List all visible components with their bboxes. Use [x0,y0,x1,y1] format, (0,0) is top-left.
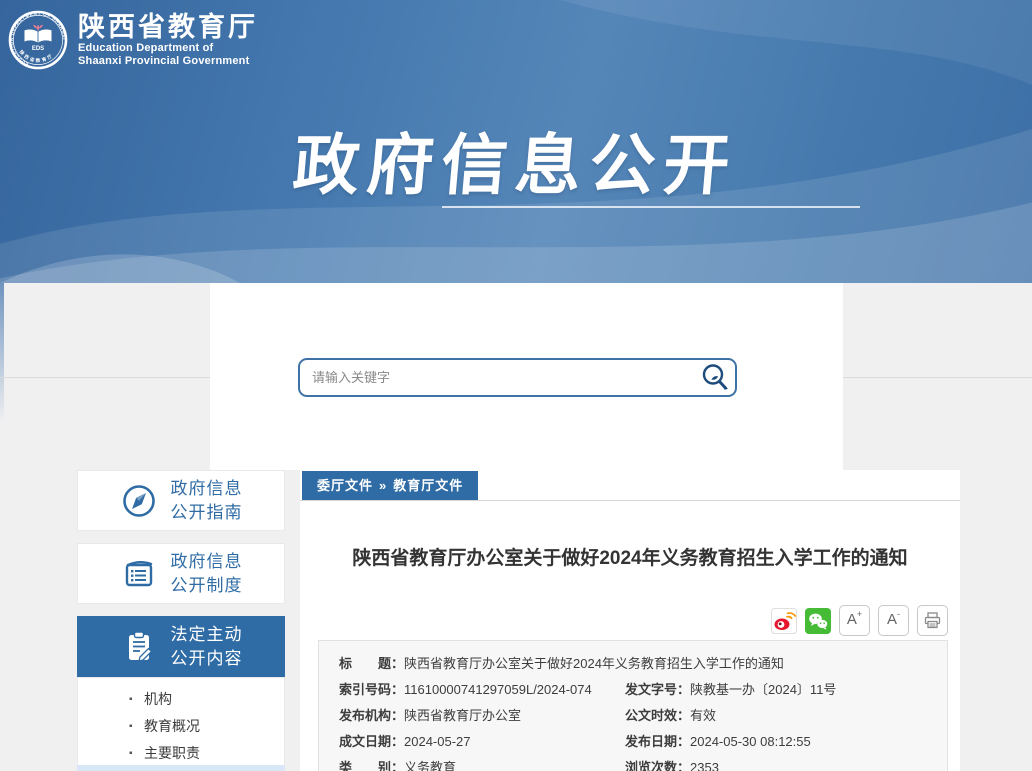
brand-name-english-line1: Education Department of [78,42,214,54]
search-section [0,283,1032,470]
sidebar-item-disclosure-system[interactable]: 政府信息 公开制度 [77,543,285,604]
meta-value-index-number: 11610000741297059L/2024-074 [404,682,592,697]
breadcrumb-current[interactable]: 教育厅文件 [393,478,463,493]
meta-label-publish-date: 发布日期： [625,734,691,749]
meta-row-index: 索引号码： 11610000741297059L/2024-074 发文字号： … [339,677,927,703]
sidebar-nav: 政府信息 公开指南 政府信息 公开制度 法定主动 公开内容 ▪ 机构 ▪ 教育概… [77,470,285,771]
education-department-seal-logo: EDUCATION DEPARTMENT OF SHAANXI 陕西省教育厅 E… [8,10,68,70]
meta-value-category: 义务教育 [404,760,457,771]
banner-underline-decoration [442,206,860,208]
breadcrumb-parent-link[interactable]: 委厅文件 [317,478,373,493]
sidebar-item-statutory-disclosure[interactable]: 法定主动 公开内容 [77,616,285,677]
sidebar-item-label: 法定主动 公开内容 [170,624,243,668]
seal-eds-text: EDS [32,46,44,52]
sidebar-submenu: 机构 教育概况 主要职责 [77,677,285,767]
meta-label-category: 类 别： [339,760,405,771]
sidebar-subitem-education-overview[interactable]: 教育概况 [129,713,284,740]
brand-text: 陕西省教育厅 Education Department of Shaanxi P… [78,12,258,68]
print-icon [924,612,941,629]
breadcrumb: 委厅文件 » 教育厅文件 [302,471,479,500]
sidebar-item-label: 政府信息 公开制度 [170,551,243,595]
wechat-share-icon[interactable] [805,607,831,634]
brand-name-chinese: 陕西省教育厅 [78,12,258,42]
meta-label-issuing-agency: 发布机构： [339,708,405,723]
banner: EDUCATION DEPARTMENT OF SHAANXI 陕西省教育厅 E… [0,0,1032,283]
sidebar-item-disclosure-guide[interactable]: 政府信息 公开指南 [77,470,285,531]
sidebar-subitem-organization[interactable]: 机构 [129,686,284,713]
weibo-share-icon[interactable] [771,607,797,634]
font-increase-button[interactable]: A + [839,605,870,636]
article-toolbar: A + A- [771,605,948,636]
search-input[interactable] [300,360,695,395]
print-button[interactable] [917,605,948,636]
meta-row-dates: 成文日期： 2024-05-27 发布日期： 2024-05-30 08:12:… [339,729,927,755]
page-title-banner: 政府信息公开 [290,128,741,202]
document-title: 陕西省教育厅办公室关于做好2024年义务教育招生入学工作的通知 [352,548,908,569]
divider-line-right [843,377,1032,378]
page-root: EDUCATION DEPARTMENT OF SHAANXI 陕西省教育厅 E… [0,0,1032,771]
meta-row-issuer: 发布机构： 陕西省教育厅办公室 公文时效： 有效 [339,703,927,729]
content-area: 政府信息 公开指南 政府信息 公开制度 法定主动 公开内容 ▪ 机构 ▪ 教育概… [0,470,1032,771]
font-decrease-button[interactable]: A- [878,605,909,636]
search-button[interactable] [695,360,735,395]
brand-name-english-line2: Shaanxi Provincial Government [78,55,250,67]
meta-value-publish-date: 2024-05-30 08:12:55 [690,734,811,749]
meta-value-written-date: 2024-05-27 [404,734,471,749]
meta-value-document-number: 陕教基一办〔2024〕11号 [690,682,837,697]
meta-row-category: 类 别： 义务教育 浏览次数： 2353 [339,755,927,771]
meta-row-title: 标 题： 陕西省教育厅办公室关于做好2024年义务教育招生入学工作的通知 [339,651,927,677]
search-magnifier-icon [702,363,728,389]
meta-label-validity: 公文时效： [625,708,691,723]
meta-label-written-date: 成文日期： [339,734,405,749]
compass-icon [122,484,155,517]
breadcrumb-separator: » [379,478,388,493]
sidebar-item-label: 政府信息 公开指南 [170,478,243,522]
meta-value-validity: 有效 [690,708,717,723]
document-metadata-table: 标 题： 陕西省教育厅办公室关于做好2024年义务教育招生入学工作的通知 索引号… [318,640,948,771]
meta-label-document-number: 发文字号： [625,682,691,697]
search-box [298,358,737,397]
breadcrumb-divider [300,500,960,501]
meta-label-view-count: 浏览次数： [625,760,691,771]
meta-label-index-number: 索引号码： [339,682,405,697]
site-brand[interactable]: EDUCATION DEPARTMENT OF SHAANXI 陕西省教育厅 E… [8,10,258,70]
meta-value-view-count: 2353 [690,760,719,771]
main-panel: 委厅文件 » 教育厅文件 陕西省教育厅办公室关于做好2024年义务教育招生入学工作的… [300,470,960,771]
clipboard-pencil-icon [128,630,152,662]
meta-label-title: 标 题： [339,656,405,671]
divider-line-left [0,377,210,378]
meta-value-issuing-agency: 陕西省教育厅办公室 [404,708,522,723]
sidebar-subitem-main-duties[interactable]: 主要职责 [129,740,284,767]
meta-value-title: 陕西省教育厅办公室关于做好2024年义务教育招生入学工作的通知 [404,656,784,671]
rulebook-icon [125,560,152,586]
